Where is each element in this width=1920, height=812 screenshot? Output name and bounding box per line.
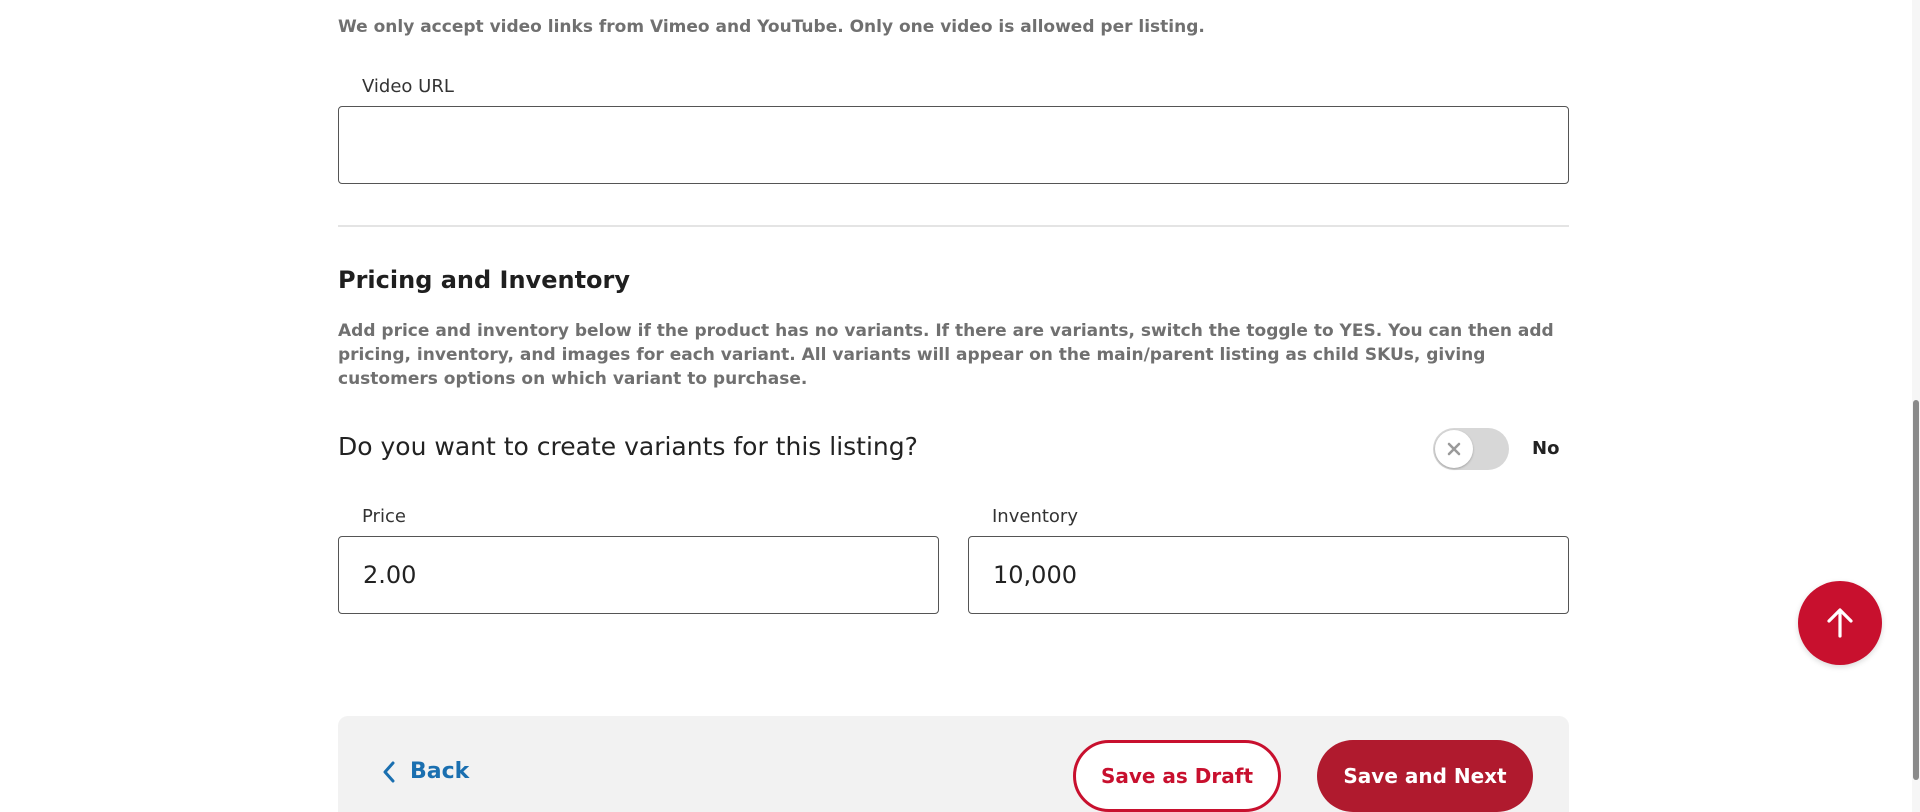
scrollbar[interactable]	[1912, 0, 1920, 812]
variants-question: Do you want to create variants for this …	[338, 432, 918, 461]
close-icon	[1447, 442, 1461, 456]
inventory-input[interactable]	[968, 536, 1569, 614]
price-input[interactable]	[338, 536, 939, 614]
section-divider	[338, 225, 1569, 227]
toggle-knob	[1435, 430, 1473, 468]
scroll-to-top-button[interactable]	[1798, 581, 1882, 665]
video-url-label: Video URL	[362, 76, 454, 97]
save-and-next-button[interactable]: Save and Next	[1317, 740, 1533, 812]
back-label: Back	[410, 759, 470, 784]
video-url-input[interactable]	[338, 106, 1569, 184]
chevron-left-icon	[383, 761, 395, 783]
arrow-up-icon	[1827, 608, 1853, 638]
price-label: Price	[362, 506, 406, 527]
form-footer: Back Save as Draft Save and Next	[338, 716, 1569, 812]
toggle-state-label: No	[1532, 438, 1560, 459]
pricing-description: Add price and inventory below if the pro…	[338, 321, 1554, 389]
back-button[interactable]: Back	[382, 758, 469, 786]
inventory-label: Inventory	[992, 506, 1078, 527]
variants-toggle[interactable]	[1433, 428, 1509, 470]
pricing-section-title: Pricing and Inventory	[338, 266, 631, 294]
listing-form-page: We only accept video links from Vimeo an…	[0, 0, 1920, 812]
video-hint-text: We only accept video links from Vimeo an…	[338, 17, 1205, 37]
variants-row: Do you want to create variants for this …	[338, 425, 1569, 475]
scrollbar-thumb[interactable]	[1913, 400, 1919, 780]
save-as-draft-button[interactable]: Save as Draft	[1073, 740, 1281, 812]
